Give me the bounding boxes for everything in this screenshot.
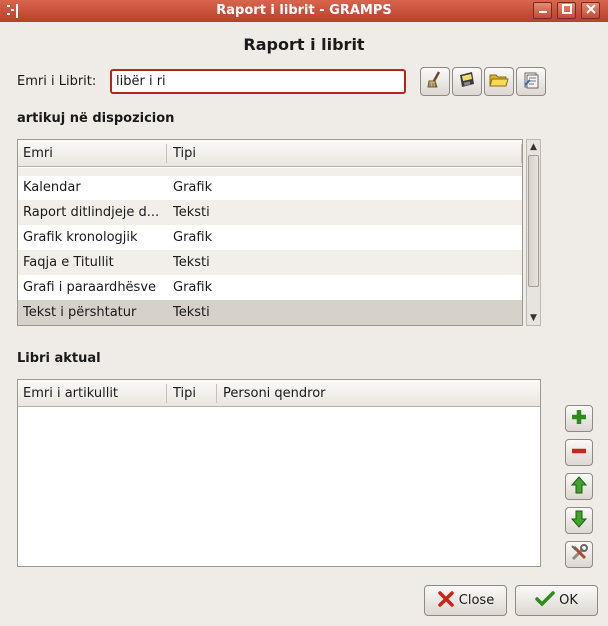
list-item[interactable]: Grafi i paraardhësve Grafik: [18, 275, 522, 300]
current-book-list[interactable]: Emri i artikullit Tipi Personi qendror: [17, 379, 541, 567]
open-folder-icon: [489, 71, 509, 93]
available-items-list[interactable]: Emri Tipi Kalendar Grafik Raport ditlind…: [17, 139, 523, 326]
list-item[interactable]: Faqja e Titullit Teksti: [18, 250, 522, 275]
list-item[interactable]: Kalendar Grafik: [18, 175, 522, 200]
column-separator: [166, 384, 167, 403]
list-item-selected[interactable]: Tekst i përshtatur Teksti: [18, 300, 522, 325]
configure-item-button[interactable]: [565, 541, 593, 568]
close-window-button[interactable]: [581, 2, 600, 19]
current-book-title: Libri aktual: [17, 351, 101, 366]
column-separator: [216, 384, 217, 403]
column-header-type[interactable]: Tipi: [173, 386, 196, 401]
remove-item-button[interactable]: [565, 439, 593, 466]
scrollbar-thumb[interactable]: [528, 155, 539, 287]
list-item[interactable]: Raport ditlindjeje d... Teksti: [18, 200, 522, 225]
save-disk-icon: [457, 70, 477, 94]
open-book-button[interactable]: [484, 67, 514, 96]
current-list-header: Emri i artikullit Tipi Personi qendror: [18, 380, 540, 407]
dialog-heading: Raport i librit: [243, 35, 365, 54]
column-header-central-person[interactable]: Personi qendror: [223, 386, 326, 401]
close-button-label: Close: [458, 593, 495, 608]
title-bar: Raport i librit - GRAMPS: [0, 0, 608, 22]
clear-broom-icon: [425, 70, 445, 94]
column-separator: [166, 144, 167, 163]
ok-check-icon: [535, 590, 555, 612]
ok-button[interactable]: OK: [515, 585, 598, 616]
available-list-scrollbar[interactable]: ▲ ▼: [526, 139, 541, 326]
scroll-up-arrow-icon[interactable]: ▲: [527, 140, 540, 154]
column-separator: [521, 144, 522, 163]
column-header-type[interactable]: Tipi: [173, 146, 196, 161]
minimize-button[interactable]: [533, 2, 552, 19]
manage-books-button[interactable]: [516, 67, 546, 96]
close-button[interactable]: Close: [424, 585, 507, 616]
move-up-icon: [569, 475, 589, 499]
list-item[interactable]: Grafik kronologjik Grafik: [18, 225, 522, 250]
move-down-icon: [569, 509, 589, 533]
edit-books-icon: [521, 70, 541, 94]
book-name-input[interactable]: [110, 69, 406, 94]
ok-button-label: OK: [559, 593, 578, 608]
move-down-button[interactable]: [565, 507, 593, 534]
move-up-button[interactable]: [565, 473, 593, 500]
book-report-dialog: Raport i librit - GRAMPS Raport i librit…: [0, 0, 608, 626]
close-icon: [437, 590, 455, 612]
add-item-button[interactable]: [565, 405, 593, 432]
maximize-button[interactable]: [557, 2, 576, 19]
add-icon: [569, 407, 589, 431]
available-list-header: Emri Tipi: [18, 140, 522, 167]
remove-icon: [569, 441, 589, 465]
column-header-item-name[interactable]: Emri i artikullit: [23, 386, 118, 401]
configure-tools-icon: [569, 543, 589, 567]
clear-book-button[interactable]: [420, 67, 450, 96]
available-items-title: artikuj në dispozicion: [17, 111, 175, 126]
window-title: Raport i librit - GRAMPS: [216, 3, 392, 18]
column-header-name[interactable]: Emri: [23, 146, 53, 161]
book-name-label: Emri i Librit:: [17, 74, 97, 89]
scroll-down-arrow-icon[interactable]: ▼: [527, 311, 540, 325]
save-book-button[interactable]: [452, 67, 482, 96]
